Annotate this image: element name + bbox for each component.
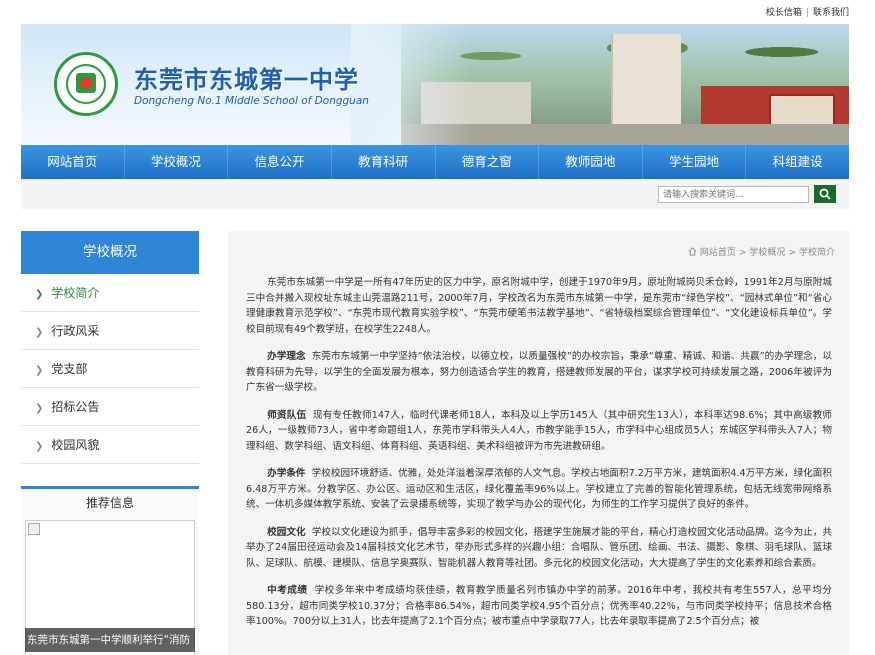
broken-image-icon bbox=[28, 523, 40, 535]
chevron-right-icon: ❯ bbox=[35, 327, 44, 338]
section-heading: 校园文化 bbox=[267, 526, 306, 538]
sidebar-item-party-branch[interactable]: ❯ 党支部 bbox=[21, 350, 199, 388]
home-icon bbox=[688, 247, 697, 256]
breadcrumb-separator: > bbox=[738, 248, 747, 258]
section-heading: 办学条件 bbox=[267, 468, 306, 479]
top-links-separator: | bbox=[805, 8, 809, 18]
header-banner: 东莞市东城第一中学 Dongcheng No.1 Middle School o… bbox=[21, 24, 849, 145]
search-bar bbox=[21, 179, 849, 209]
school-name-english: Dongcheng No.1 Middle School of Dongguan bbox=[134, 95, 369, 107]
section-heading: 办学理念 bbox=[267, 351, 306, 362]
article-body: 东莞市东城第一中学是一所有47年历史的区力中学，原名附城中学，创建于1970年9… bbox=[246, 275, 832, 642]
breadcrumb-home[interactable]: 网站首页 bbox=[700, 248, 736, 258]
section-text: 学校校园环境舒适、优雅，处处洋溢着深厚浓郁的人文气息。学校占地面积7.2万平方米… bbox=[246, 468, 832, 510]
nav-education-research[interactable]: 教育科研 bbox=[332, 145, 436, 179]
main-nav: 网站首页 学校概况 信息公开 教育科研 德育之窗 教师园地 学生园地 科组建设 bbox=[21, 145, 849, 179]
sidebar-item-administration[interactable]: ❯ 行政风采 bbox=[21, 312, 199, 350]
breadcrumb-page: 学校简介 bbox=[798, 248, 835, 258]
sidebar-item-label: 招标公告 bbox=[51, 400, 100, 414]
breadcrumb: 网站首页 > 学校概况 > 学校简介 bbox=[688, 245, 835, 258]
sidebar-item-school-intro[interactable]: ❯ 学校简介 bbox=[21, 274, 199, 312]
section-heading: 师资队伍 bbox=[267, 409, 307, 421]
top-links: 校长信箱 | 联系我们 bbox=[766, 5, 849, 18]
chevron-right-icon: ❯ bbox=[35, 441, 44, 452]
nav-information-disclosure[interactable]: 信息公开 bbox=[228, 145, 332, 179]
principal-mailbox-link[interactable]: 校长信箱 bbox=[766, 8, 802, 18]
sidebar-item-label: 学校简介 bbox=[51, 286, 100, 300]
section-text: 学校多年来中考成绩均获佳绩，教育教学质量名列市镇办中学的前茅。2016年中考，我… bbox=[246, 585, 832, 627]
nav-teachers[interactable]: 教师园地 bbox=[539, 145, 643, 179]
main-content: 网站首页 > 学校概况 > 学校简介 东莞市东城第一中学是一所有47年历史的区力中学，原… bbox=[228, 231, 849, 655]
article-section: 师资队伍 现有专任教师147人，临时代课老师18人，本科及以上学历145人（其中… bbox=[246, 408, 832, 455]
sidebar-item-label: 行政风采 bbox=[51, 324, 100, 338]
search-input[interactable] bbox=[658, 186, 809, 203]
sidebar-item-label: 党支部 bbox=[51, 362, 88, 376]
section-text: 现有专任教师147人，临时代课老师18人，本科及以上学历145人（其中研究生13… bbox=[246, 409, 832, 452]
sidebar-item-label: 校园风貌 bbox=[51, 438, 100, 452]
chevron-right-icon: ❯ bbox=[35, 403, 44, 414]
breadcrumb-separator: > bbox=[788, 248, 796, 258]
recommended-title: 推荐信息 bbox=[85, 496, 134, 510]
article-section: 办学理念 东莞市东城第一中学坚持“依法治校，以德立校，以质量强校”的办校宗旨，秉… bbox=[246, 349, 832, 396]
section-text: 东莞市东城第一中学坚持“依法治校，以德立校，以质量强校”的办校宗旨，秉承“尊重、… bbox=[246, 351, 832, 393]
sidebar-item-campus-scenery[interactable]: ❯ 校园风貌 bbox=[21, 426, 199, 464]
nav-home[interactable]: 网站首页 bbox=[21, 145, 125, 179]
section-heading: 中考成绩 bbox=[267, 585, 308, 596]
article-intro: 东莞市东城第一中学是一所有47年历史的区力中学，原名附城中学，创建于1970年9… bbox=[246, 277, 832, 335]
contact-us-link[interactable]: 联系我们 bbox=[813, 8, 849, 18]
breadcrumb-section[interactable]: 学校概况 bbox=[749, 248, 785, 258]
chevron-right-icon: ❯ bbox=[35, 365, 44, 376]
school-name: 东莞市东城第一中学 bbox=[134, 66, 359, 94]
search-icon bbox=[819, 188, 831, 200]
sidebar-menu: ❯ 学校简介 ❯ 行政风采 ❯ 党支部 ❯ 招标公告 ❯ 校园风貌 bbox=[21, 274, 199, 464]
article-section: 校园文化 学校以文化建设为抓手，倡导丰富多彩的校园文化，搭建学生施展才能的平台，… bbox=[246, 525, 832, 572]
school-logo[interactable] bbox=[54, 52, 118, 116]
chevron-right-icon: ❯ bbox=[35, 289, 44, 300]
recommended-caption[interactable]: 东莞市东城第一中学顺利举行“消防 bbox=[25, 628, 195, 652]
article-section: 办学条件 学校校园环境舒适、优雅，处处洋溢着深厚浓郁的人文气息。学校占地面积7.… bbox=[246, 466, 832, 513]
sidebar-item-tender-notice[interactable]: ❯ 招标公告 bbox=[21, 388, 199, 426]
nav-students[interactable]: 学生园地 bbox=[643, 145, 747, 179]
search-button[interactable] bbox=[814, 185, 836, 203]
nav-subject-groups[interactable]: 科组建设 bbox=[746, 145, 849, 179]
nav-moral-education[interactable]: 德育之窗 bbox=[436, 145, 540, 179]
article-section: 中考成绩 学校多年来中考成绩均获佳绩，教育教学质量名列市镇办中学的前茅。2016… bbox=[246, 583, 832, 630]
section-text: 学校以文化建设为抓手，倡导丰富多彩的校园文化，搭建学生施展才能的平台，精心打造校… bbox=[246, 526, 833, 569]
top-bar: 校长信箱 | 联系我们 bbox=[0, 0, 875, 22]
nav-school-overview[interactable]: 学校概况 bbox=[125, 145, 229, 179]
sidebar-title: 学校概况 bbox=[21, 231, 199, 274]
